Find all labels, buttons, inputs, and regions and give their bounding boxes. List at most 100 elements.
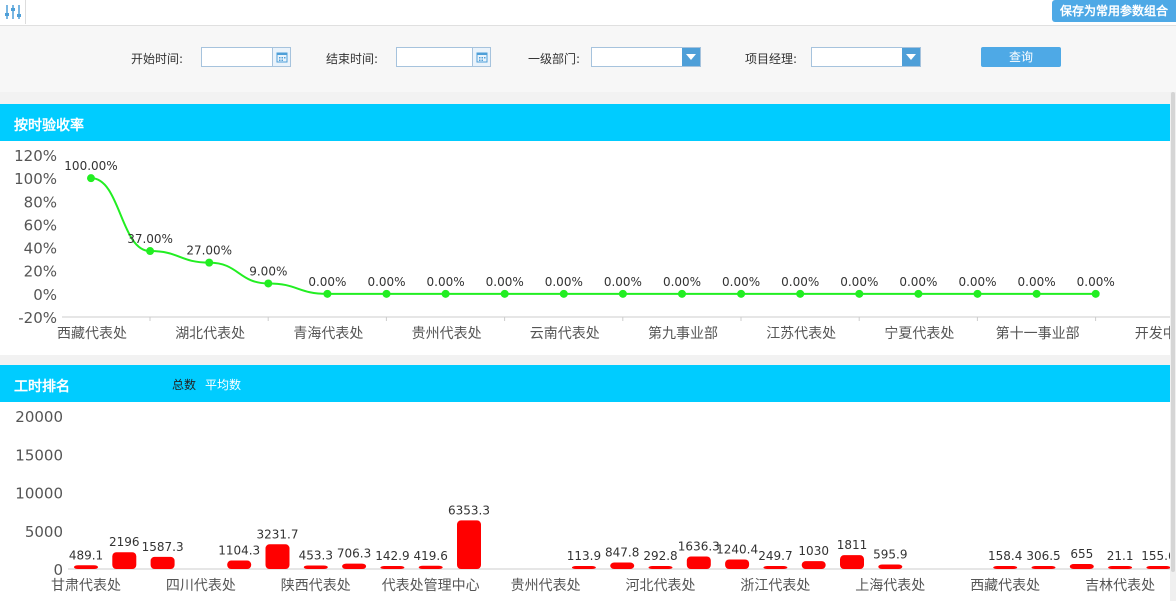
x-tick-label: 湖北代表处: [175, 326, 245, 342]
data-label: 0.00%: [427, 275, 465, 289]
save-params-button[interactable]: 保存为常用参数组合: [1051, 0, 1176, 22]
end-time-label: 结束时间:: [326, 52, 379, 66]
data-label: 0.00%: [545, 275, 583, 289]
y-tick-label: 5000: [25, 523, 63, 541]
data-point: [618, 289, 627, 298]
start-time-input[interactable]: [201, 47, 291, 67]
bar: [303, 565, 328, 569]
data-label: 249.7: [758, 549, 792, 563]
data-point: [205, 258, 214, 267]
y-tick-label: -20%: [18, 309, 57, 327]
bar: [265, 544, 290, 569]
y-tick-label: 100%: [14, 170, 57, 188]
bar: [993, 566, 1018, 569]
data-point: [678, 289, 686, 298]
bar: [610, 562, 635, 569]
data-label: 158.4: [988, 549, 1022, 563]
series-line: [90, 177, 1096, 295]
calendar-icon[interactable]: [272, 48, 290, 66]
data-label: 847.8: [605, 546, 639, 560]
data-point: [1032, 289, 1041, 298]
sliders-icon[interactable]: [0, 0, 26, 24]
data-label: 1587.3: [142, 540, 184, 554]
bar: [801, 561, 826, 569]
dept-label: 一级部门:: [528, 52, 581, 66]
data-label: 37.00%: [127, 232, 173, 246]
data-label: 0.00%: [899, 275, 937, 289]
work-hours-panel: 工时排名 总数 平均数 20000 15000 10000 5000 0 甘肃代表处 四川代…: [0, 365, 1170, 601]
scrollbar[interactable]: [1170, 92, 1176, 601]
data-label: 113.9: [567, 549, 601, 563]
x-tick-label: 云南代表处: [530, 326, 600, 342]
data-label: 0.00%: [308, 275, 346, 289]
x-tick-label: 宁夏代表处: [884, 325, 954, 342]
data-label: 1030: [798, 544, 829, 558]
manager-label: 项目经理:: [745, 52, 798, 66]
data-label: 292.8: [643, 549, 677, 563]
data-label: 0.00%: [840, 275, 878, 289]
data-label: 142.9: [375, 549, 409, 563]
x-tick-label: 江苏代表处: [766, 326, 836, 342]
x-tick-label: 开发中: [1135, 326, 1170, 342]
data-label: 1636.3: [678, 539, 720, 553]
data-label: 6353.3: [448, 503, 490, 517]
bar: [878, 564, 903, 569]
data-label: 3231.7: [257, 527, 299, 541]
bar: [227, 560, 252, 569]
bar: [150, 556, 175, 569]
data-label: 0.00%: [663, 275, 701, 289]
acceptance-rate-panel: 按时验收率 120% 100% 80% 60% 40% 20% 0% -20% 西藏代表处 湖北代…: [0, 104, 1170, 355]
manager-select[interactable]: [811, 47, 921, 67]
y-tick-label: 20%: [24, 263, 57, 281]
dept-select[interactable]: [591, 47, 701, 67]
top-toolbar: 保存为常用参数组合: [0, 0, 1176, 26]
data-point: [87, 174, 95, 183]
data-point: [323, 289, 332, 298]
data-label: 0.00%: [604, 275, 642, 289]
data-point: [382, 289, 391, 298]
data-label: 0.00%: [722, 275, 760, 289]
y-tick-label: 10000: [15, 485, 63, 503]
data-label: 0.00%: [367, 275, 405, 289]
chevron-down-icon[interactable]: [682, 48, 700, 66]
data-point: [796, 289, 805, 298]
bar: [457, 520, 481, 569]
data-label: 0.00%: [958, 275, 996, 289]
x-tick-label: 青海代表处: [293, 326, 363, 342]
data-label: 1104.3: [218, 544, 260, 558]
end-time-input[interactable]: [396, 47, 491, 67]
bar: [648, 566, 673, 569]
data-label: 655: [1070, 547, 1093, 561]
data-label: 706.3: [337, 547, 371, 561]
y-tick-label: 40%: [24, 240, 57, 258]
y-tick-label: 15000: [15, 446, 63, 464]
x-tick-label: 上海代表处: [855, 578, 925, 594]
bar: [725, 559, 750, 569]
data-point: [559, 289, 568, 298]
x-tick-label: 浙江代表处: [740, 578, 810, 594]
data-label: 1240.4: [716, 543, 758, 557]
calendar-icon[interactable]: [472, 48, 490, 66]
x-tick-label: 吉林代表处: [1085, 578, 1155, 594]
bar: [1146, 566, 1170, 569]
data-label: 21.1: [1107, 549, 1134, 563]
data-label: 419.6: [414, 549, 448, 563]
data-point: [146, 247, 155, 256]
chevron-down-icon[interactable]: [902, 48, 920, 66]
y-tick-label: 60%: [24, 216, 57, 234]
y-tick-label: 20000: [15, 408, 63, 426]
data-label: 0.00%: [1018, 275, 1056, 289]
bar: [571, 566, 596, 569]
bar: [418, 565, 443, 569]
query-button[interactable]: 查询: [981, 47, 1061, 67]
data-label: 2196: [109, 535, 140, 549]
data-point: [855, 289, 864, 298]
data-label: 100.00%: [64, 159, 117, 173]
data-label: 595.9: [873, 547, 907, 561]
bar: [380, 566, 405, 569]
data-point: [973, 289, 982, 298]
scrollbar-thumb[interactable]: [1171, 92, 1175, 572]
data-label: 1811: [837, 538, 868, 552]
bar: [840, 555, 864, 569]
bar-chart: 20000 15000 10000 5000 0甘肃代表处 四川代表处 陕西代表处 代表处管理…: [15, 408, 1170, 594]
